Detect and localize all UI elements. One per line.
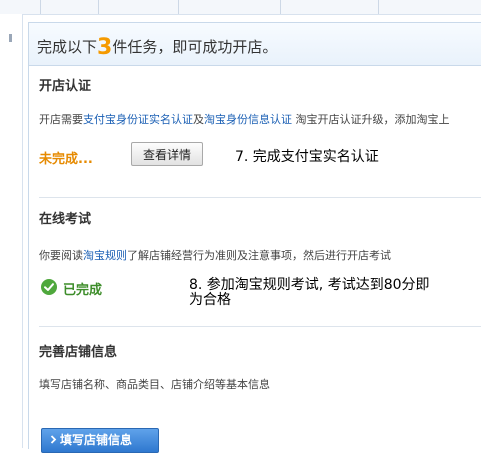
- tab-separator: [280, 0, 281, 14]
- chevron-right-icon: [50, 429, 57, 452]
- open-store-tasks-panel: 完成以下3件任务，即可成功开店。 开店认证 开店需要支付宝身份证实名认证及淘宝身…: [28, 22, 481, 453]
- panel-header: 完成以下3件任务，即可成功开店。: [29, 23, 481, 66]
- taobao-rules-link[interactable]: 淘宝规则: [83, 249, 127, 262]
- section-divider: [39, 326, 481, 327]
- sidebar-marker: [9, 34, 12, 42]
- desc-text: 及: [193, 113, 204, 126]
- annotation-step-8: 8. 参加淘宝规则考试, 考试达到80分即 为合格: [189, 278, 430, 308]
- top-tab-strip: [0, 0, 481, 15]
- tab-separator: [178, 0, 179, 14]
- title-prefix: 完成以下: [37, 38, 98, 56]
- exam-description: 你要阅读淘宝规则了解店铺经营行为准则及注意事项，然后进行开店考试: [39, 247, 391, 263]
- tab-separator: [40, 0, 41, 14]
- task-count: 3: [97, 35, 113, 60]
- annotation-line: 为合格: [189, 292, 231, 308]
- desc-text: 开店需要: [39, 113, 83, 126]
- status-incomplete: 未完成...: [39, 152, 93, 167]
- tab-separator: [378, 0, 379, 14]
- store-info-description: 填写店铺名称、商品类目、店铺介绍等基本信息: [39, 378, 270, 391]
- section-title-exam: 在线考试: [39, 212, 92, 227]
- view-details-button[interactable]: 查看详情: [131, 142, 203, 166]
- alipay-verification-link[interactable]: 支付宝身份证实名认证: [83, 113, 193, 126]
- desc-text: 淘宝开店认证升级，添加淘宝上: [292, 113, 450, 126]
- desc-text: 了解店铺经营行为准则及注意事项，然后进行开店考试: [127, 249, 391, 262]
- fill-store-info-button[interactable]: 填写店铺信息: [41, 428, 159, 453]
- tab-separator: [98, 0, 99, 14]
- check-circle-icon: [41, 279, 57, 295]
- annotation-step-7: 7. 完成支付宝实名认证: [235, 149, 379, 165]
- left-sidebar: [0, 14, 23, 448]
- page-title: 完成以下3件任务，即可成功开店。: [37, 33, 278, 60]
- title-suffix: 件任务，即可成功开店。: [112, 38, 278, 56]
- annotation-line: 8. 参加淘宝规则考试, 考试达到80分即: [189, 277, 430, 293]
- taobao-verification-link[interactable]: 淘宝身份信息认证: [204, 113, 292, 126]
- section-title-certification: 开店认证: [39, 79, 92, 94]
- section-divider: [39, 197, 481, 198]
- section-title-store-info: 完善店铺信息: [39, 345, 118, 360]
- certification-description: 开店需要支付宝身份证实名认证及淘宝身份信息认证 淘宝开店认证升级，添加淘宝上: [39, 111, 450, 127]
- fill-store-info-label: 填写店铺信息: [60, 433, 133, 447]
- status-completed: 已完成: [63, 283, 103, 298]
- desc-text: 你要阅读: [39, 249, 83, 262]
